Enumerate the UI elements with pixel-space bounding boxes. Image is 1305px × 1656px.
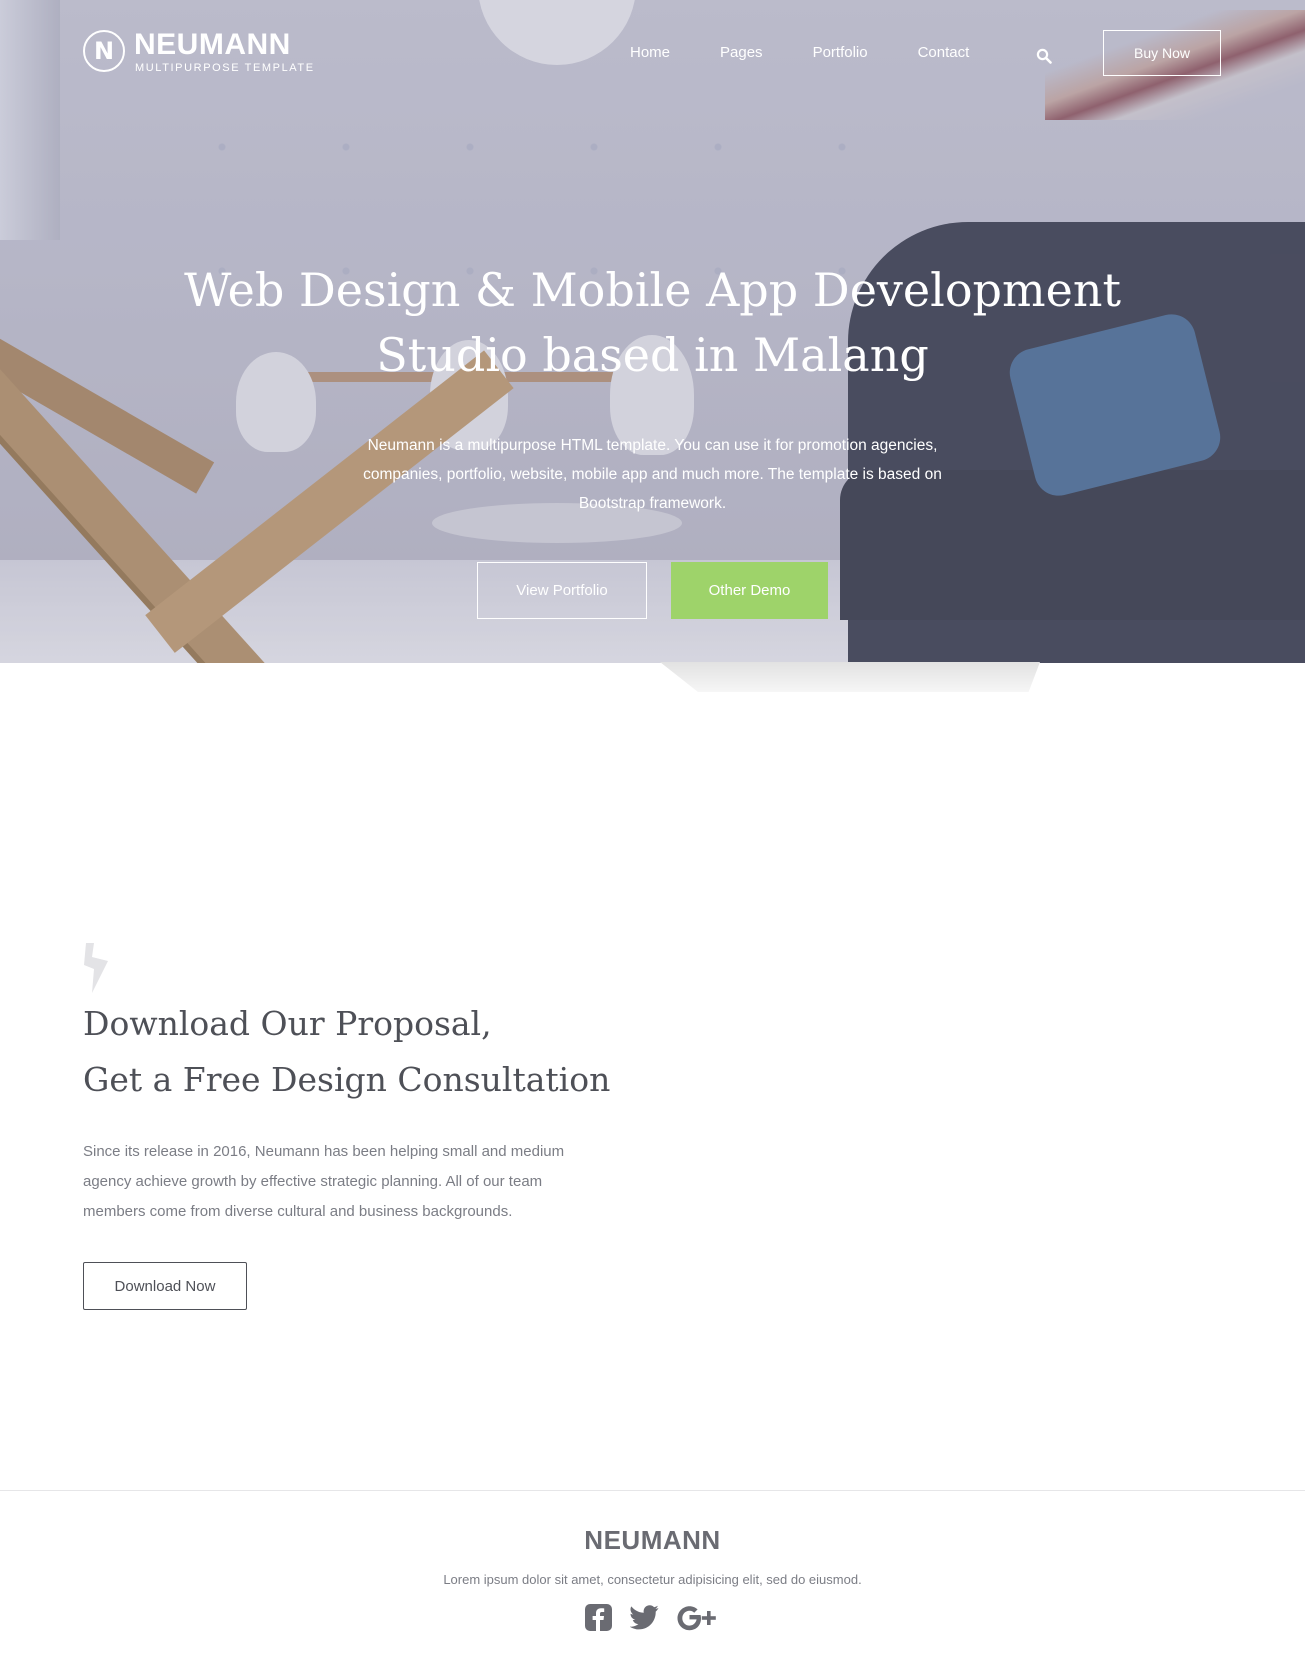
logo-name: NEUMANN — [134, 28, 291, 61]
footer-text: Lorem ipsum dolor sit amet, consectetur … — [443, 1572, 862, 1587]
other-demo-button[interactable]: Other Demo — [671, 562, 828, 619]
download-now-button[interactable]: Download Now — [83, 1262, 247, 1310]
view-portfolio-button[interactable]: View Portfolio — [477, 562, 647, 619]
proposal-title-line1: Download Our Proposal, — [83, 1004, 492, 1043]
lightning-bolt-icon — [84, 943, 108, 993]
footer-brand: NEUMANN — [584, 1525, 721, 1555]
social-links — [585, 1604, 717, 1636]
site-logo[interactable]: N NEUMANN MULTIPURPOSE TEMPLATE — [83, 28, 315, 76]
hero-title: Web Design & Mobile App Development Stud… — [150, 258, 1155, 388]
logo-tagline: MULTIPURPOSE TEMPLATE — [135, 62, 315, 74]
nav-pages[interactable]: Pages — [720, 44, 763, 61]
nav-portfolio[interactable]: Portfolio — [813, 44, 868, 61]
proposal-title-line2: Get a Free Design Consultation — [83, 1060, 611, 1099]
google-plus-icon[interactable] — [677, 1604, 717, 1636]
search-icon[interactable] — [1036, 48, 1052, 64]
nav-contact[interactable]: Contact — [918, 44, 970, 61]
footer-divider — [0, 1490, 1305, 1491]
hero-title-line2: Studio based in Malang — [376, 328, 929, 382]
nav-home[interactable]: Home — [630, 44, 670, 61]
buy-now-button[interactable]: Buy Now — [1103, 30, 1221, 76]
hero-title-line1: Web Design & Mobile App Development — [184, 263, 1121, 317]
proposal-text: Since its release in 2016, Neumann has b… — [83, 1143, 565, 1220]
facebook-icon[interactable] — [585, 1604, 612, 1636]
logo-mark-icon: N — [83, 30, 125, 72]
main-nav: Home Pages Portfolio Contact — [630, 44, 1019, 61]
hero-paper-shadow — [660, 662, 1040, 692]
twitter-icon[interactable] — [629, 1605, 659, 1635]
proposal-title: Download Our Proposal, Get a Free Design… — [83, 996, 610, 1108]
hero-description: Neumann is a multipurpose HTML template.… — [363, 437, 942, 512]
